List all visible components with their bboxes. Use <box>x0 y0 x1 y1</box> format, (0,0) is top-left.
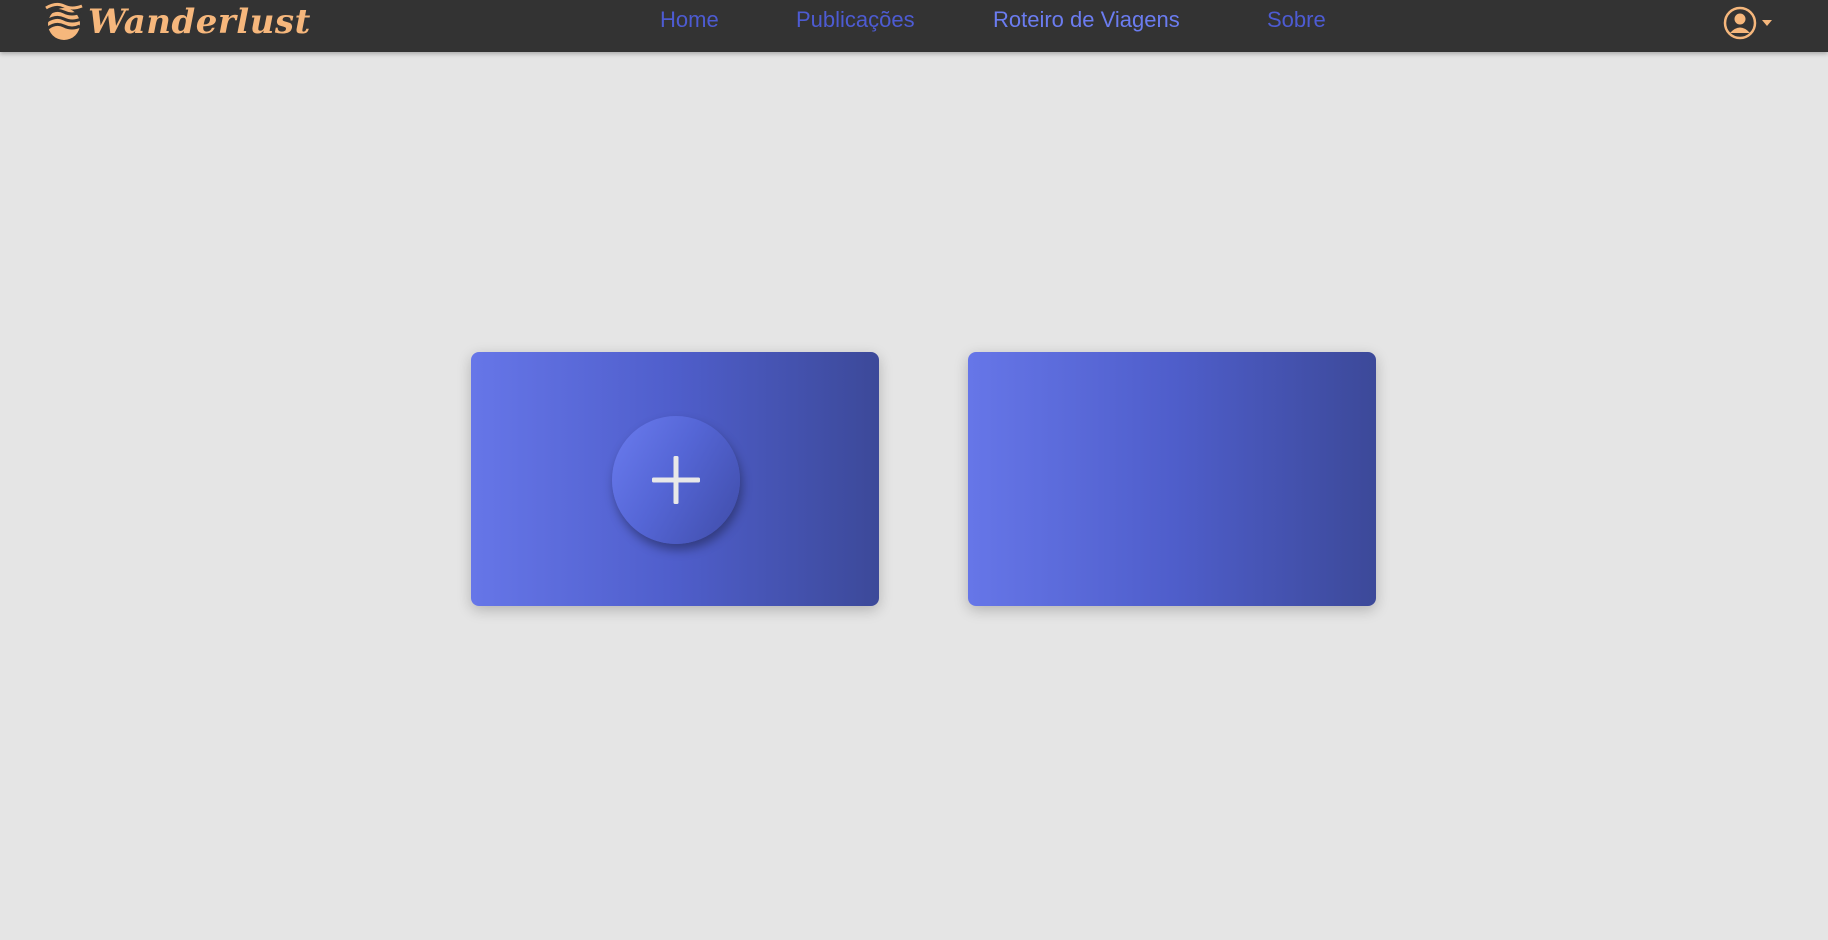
nav-publicacoes[interactable]: Publicações <box>796 7 915 33</box>
itinerary-card[interactable] <box>968 352 1376 606</box>
user-circle-icon <box>1723 6 1757 40</box>
add-itinerary-button[interactable] <box>612 416 740 544</box>
nav-roteiro-de-viagens[interactable]: Roteiro de Viagens <box>993 7 1180 33</box>
main-nav: Home Publicações Roteiro de Viagens Sobr… <box>0 0 1828 40</box>
plus-icon <box>652 456 700 504</box>
nav-sobre[interactable]: Sobre <box>1267 7 1326 33</box>
itinerary-card-add[interactable] <box>471 352 879 606</box>
top-navbar: Wanderlust Home Publicações Roteiro de V… <box>0 0 1828 52</box>
profile-menu[interactable] <box>1723 6 1774 40</box>
caret-down-icon <box>1762 20 1772 26</box>
nav-home[interactable]: Home <box>660 7 719 33</box>
